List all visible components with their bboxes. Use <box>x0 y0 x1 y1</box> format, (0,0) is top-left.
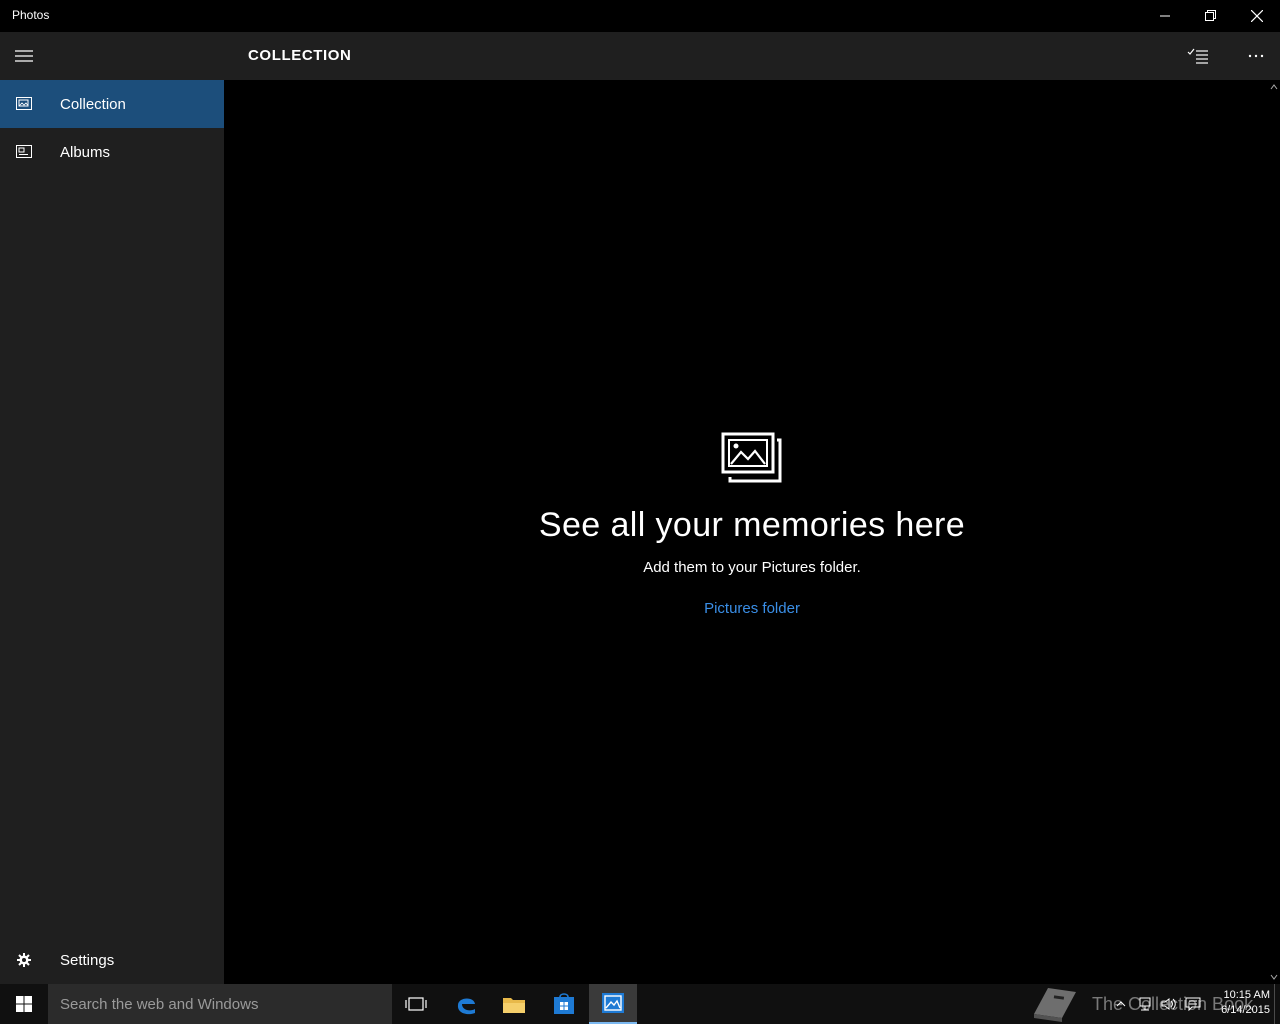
collection-icon <box>0 80 48 128</box>
action-center-button[interactable] <box>1182 984 1204 1024</box>
task-view-button[interactable] <box>392 984 440 1024</box>
title-bar: Photos <box>0 0 1280 32</box>
store-button[interactable] <box>540 984 588 1024</box>
restore-button[interactable] <box>1188 0 1234 32</box>
select-list-icon <box>1187 48 1208 64</box>
scroll-up-button[interactable] <box>1268 80 1280 94</box>
volume-icon <box>1161 998 1176 1010</box>
photos-button[interactable] <box>589 984 637 1024</box>
scrollbar[interactable] <box>1268 80 1280 984</box>
minimize-button[interactable] <box>1142 0 1188 32</box>
close-button[interactable] <box>1234 0 1280 32</box>
albums-icon <box>0 128 48 176</box>
empty-state: See all your memories here Add them to y… <box>224 432 1280 618</box>
chevron-up-icon <box>1270 84 1278 90</box>
chevron-up-icon <box>1116 1001 1126 1007</box>
sidebar-item-settings[interactable]: Settings <box>0 936 224 984</box>
restore-icon <box>1205 10 1216 21</box>
pictures-folder-link[interactable]: Pictures folder <box>704 600 800 617</box>
taskbar-search-box[interactable]: Search the web and Windows <box>48 984 392 1024</box>
file-explorer-button[interactable] <box>490 984 538 1024</box>
start-button[interactable] <box>0 984 48 1024</box>
gear-icon <box>0 936 48 984</box>
clock-time: 10:15 AM <box>1223 989 1270 1001</box>
settings-label: Settings <box>60 951 115 969</box>
app-title: Photos <box>12 8 50 22</box>
sidebar-item-label: Albums <box>60 143 111 161</box>
notification-icon <box>1185 997 1201 1011</box>
hamburger-button[interactable] <box>0 32 48 80</box>
taskbar-clock[interactable]: 10:15 AM 6/14/2015 <box>1210 988 1270 1018</box>
show-desktop-button[interactable] <box>1274 984 1280 1024</box>
edge-icon <box>457 998 475 1015</box>
sidebar-item-label: Collection <box>60 95 126 113</box>
sidebar: Collection Albums Settings <box>0 32 224 984</box>
close-icon <box>1251 10 1263 22</box>
hamburger-icon <box>15 50 33 62</box>
network-icon <box>1139 997 1151 1011</box>
photos-icon <box>602 993 624 1013</box>
windows-logo-icon <box>16 996 32 1012</box>
edge-button[interactable] <box>442 984 490 1024</box>
select-button[interactable] <box>1174 32 1222 80</box>
empty-state-heading: See all your memories here <box>538 506 966 544</box>
page-header: COLLECTION <box>224 32 1280 80</box>
sidebar-item-collection[interactable]: Collection <box>0 80 224 128</box>
chevron-down-icon <box>1270 974 1278 980</box>
sidebar-item-albums[interactable]: Albums <box>0 128 224 176</box>
search-placeholder: Search the web and Windows <box>60 996 259 1013</box>
book-icon <box>1034 988 1076 1022</box>
photos-stack-icon <box>721 432 782 483</box>
volume-button[interactable] <box>1158 984 1180 1024</box>
task-view-icon <box>405 997 427 1011</box>
main-content: See all your memories here Add them to y… <box>224 80 1268 984</box>
minimize-icon <box>1160 15 1170 17</box>
clock-date: 6/14/2015 <box>1221 1004 1270 1016</box>
scroll-down-button[interactable] <box>1268 970 1280 984</box>
empty-state-subtext: Add them to your Pictures folder. <box>643 559 861 576</box>
taskbar: Search the web and Windows The Collectio… <box>0 984 1280 1024</box>
page-title: COLLECTION <box>248 47 352 64</box>
more-icon <box>1248 54 1264 58</box>
network-button[interactable] <box>1134 984 1156 1024</box>
store-icon <box>554 993 574 1014</box>
file-explorer-icon <box>503 998 525 1013</box>
show-hidden-icons-button[interactable] <box>1112 984 1130 1024</box>
more-options-button[interactable] <box>1232 32 1280 80</box>
